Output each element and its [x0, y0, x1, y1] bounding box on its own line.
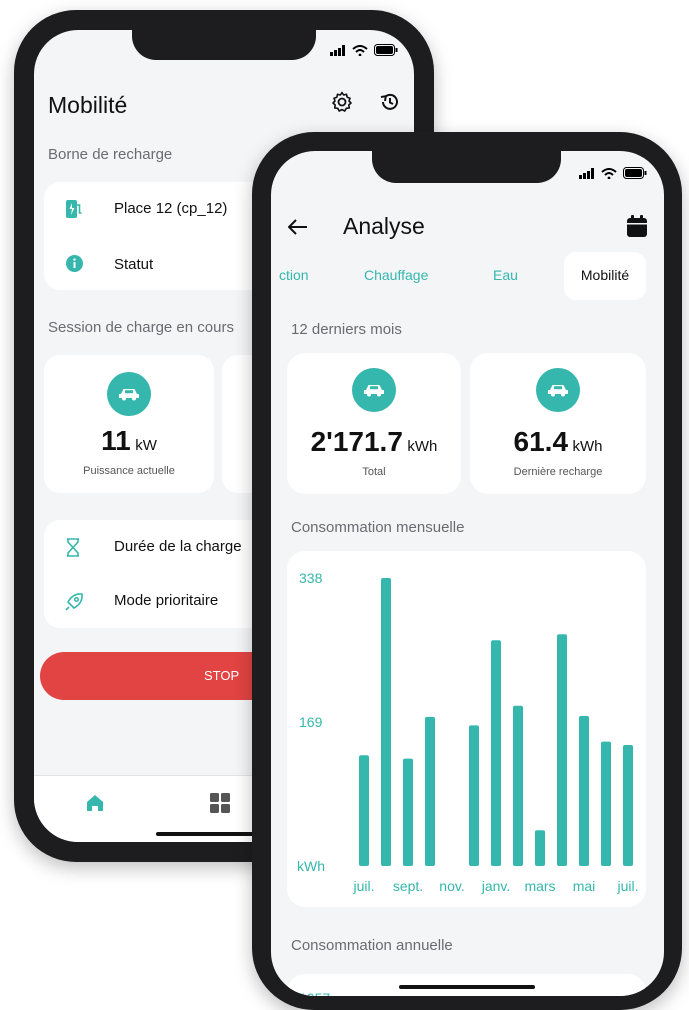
calendar-icon[interactable] — [627, 215, 647, 237]
borne-item-place-label: Place 12 (cp_12) — [114, 200, 228, 217]
section-borne-label: Borne de recharge — [48, 146, 173, 163]
car-icon-badge — [352, 368, 396, 412]
last-charge-card: 61.4 kWh Dernière recharge — [470, 353, 646, 494]
x-tick-label: janv. — [481, 878, 511, 894]
settings-gear-icon[interactable] — [330, 90, 354, 114]
power-label: Puissance actuelle — [83, 465, 175, 477]
wifi-icon — [352, 44, 368, 56]
power-card: 11 kW Puissance actuelle — [44, 355, 214, 493]
power-value: 11 — [101, 425, 131, 456]
total-value: 2'171.7 — [310, 426, 403, 457]
monthly-chart: 338 169 kWh juil. sept. nov. janv. mars mai ju… — [297, 570, 639, 894]
last-charge-unit: kWh — [572, 438, 603, 455]
rocket-icon — [65, 593, 83, 611]
chart-bar — [403, 758, 413, 866]
stop-button-label: STOP — [204, 668, 240, 683]
back-page-title: Mobilité — [48, 92, 128, 118]
x-tick-label: juil. — [352, 878, 374, 894]
hourglass-icon — [67, 538, 79, 557]
history-icon[interactable] — [378, 90, 402, 114]
chart-bar — [557, 634, 567, 866]
total-card: 2'171.7 kWh Total — [287, 353, 461, 494]
chart-bar — [579, 716, 589, 866]
monthly-chart-card: 338 169 kWh juil. sept. nov. janv. mars mai ju… — [287, 551, 646, 907]
info-icon — [66, 255, 83, 272]
annual-title: Consommation annuelle — [291, 937, 453, 954]
x-tick-label: mars — [524, 878, 555, 894]
wifi-icon — [601, 167, 617, 179]
chart-bar — [623, 745, 633, 866]
detail-priority-label: Mode prioritaire — [114, 592, 219, 609]
x-tick-label: juil. — [616, 878, 638, 894]
front-phone: Analyse ction Chauffage Eau Mobilité 12 … — [252, 132, 682, 1010]
monthly-title: Consommation mensuelle — [291, 519, 465, 536]
back-status-bar — [330, 44, 398, 56]
chart-bar — [513, 705, 523, 866]
charging-station-icon — [66, 200, 82, 218]
chart-bar — [359, 755, 369, 866]
front-page-title: Analyse — [343, 213, 425, 239]
car-icon-badge — [536, 368, 580, 412]
home-indicator — [399, 985, 535, 989]
tab-eau[interactable]: Eau — [493, 267, 518, 283]
chart-bar — [425, 716, 435, 866]
car-icon — [364, 385, 384, 397]
car-icon — [119, 389, 139, 401]
last-charge-label: Dernière recharge — [513, 466, 603, 478]
annual-y-tick-max: 1057 — [299, 990, 330, 996]
front-phone-notch — [372, 151, 561, 183]
chart-bar — [381, 578, 391, 866]
y-axis-unit: kWh — [297, 858, 325, 874]
battery-icon — [374, 44, 398, 56]
borne-item-status-label: Statut — [114, 256, 154, 273]
chart-bar — [601, 741, 611, 866]
back-phone-notch — [132, 30, 316, 60]
front-phone-screen: Analyse ction Chauffage Eau Mobilité 12 … — [271, 151, 664, 996]
y-tick-max: 338 — [299, 570, 323, 586]
x-tick-label: nov. — [439, 878, 464, 894]
tab-chauffage[interactable]: Chauffage — [364, 267, 428, 283]
car-icon-badge — [107, 372, 151, 416]
period-label: 12 derniers mois — [291, 321, 402, 338]
back-arrow-icon[interactable] — [288, 219, 308, 235]
home-icon[interactable] — [87, 795, 103, 811]
x-tick-label: sept. — [393, 878, 423, 894]
chart-bar — [535, 830, 545, 866]
tab-production[interactable]: ction — [279, 267, 309, 283]
grid-icon[interactable] — [210, 793, 230, 813]
power-value-row: 11 kW — [44, 425, 214, 457]
tab-mobilite[interactable]: Mobilité — [564, 252, 646, 300]
last-charge-value: 61.4 — [513, 426, 569, 457]
total-label: Total — [362, 466, 386, 478]
signal-icon — [330, 44, 345, 56]
power-unit: kW — [135, 437, 157, 454]
tab-mobilite-label: Mobilité — [580, 267, 630, 283]
front-status-bar — [579, 167, 647, 179]
y-tick-mid: 169 — [299, 714, 323, 730]
total-value-row: 2'171.7 kWh — [287, 426, 461, 458]
detail-duration-label: Durée de la charge — [114, 538, 242, 555]
chart-bar — [469, 725, 479, 866]
tab-bar: ction Chauffage Eau Mobilité — [271, 252, 664, 300]
total-unit: kWh — [407, 438, 438, 455]
chart-bar — [491, 640, 501, 866]
last-charge-value-row: 61.4 kWh — [470, 426, 646, 458]
car-icon — [548, 385, 568, 397]
signal-icon — [579, 167, 594, 179]
battery-icon — [623, 167, 647, 179]
section-session-label: Session de charge en cours — [48, 319, 234, 336]
x-tick-label: mai — [573, 878, 596, 894]
